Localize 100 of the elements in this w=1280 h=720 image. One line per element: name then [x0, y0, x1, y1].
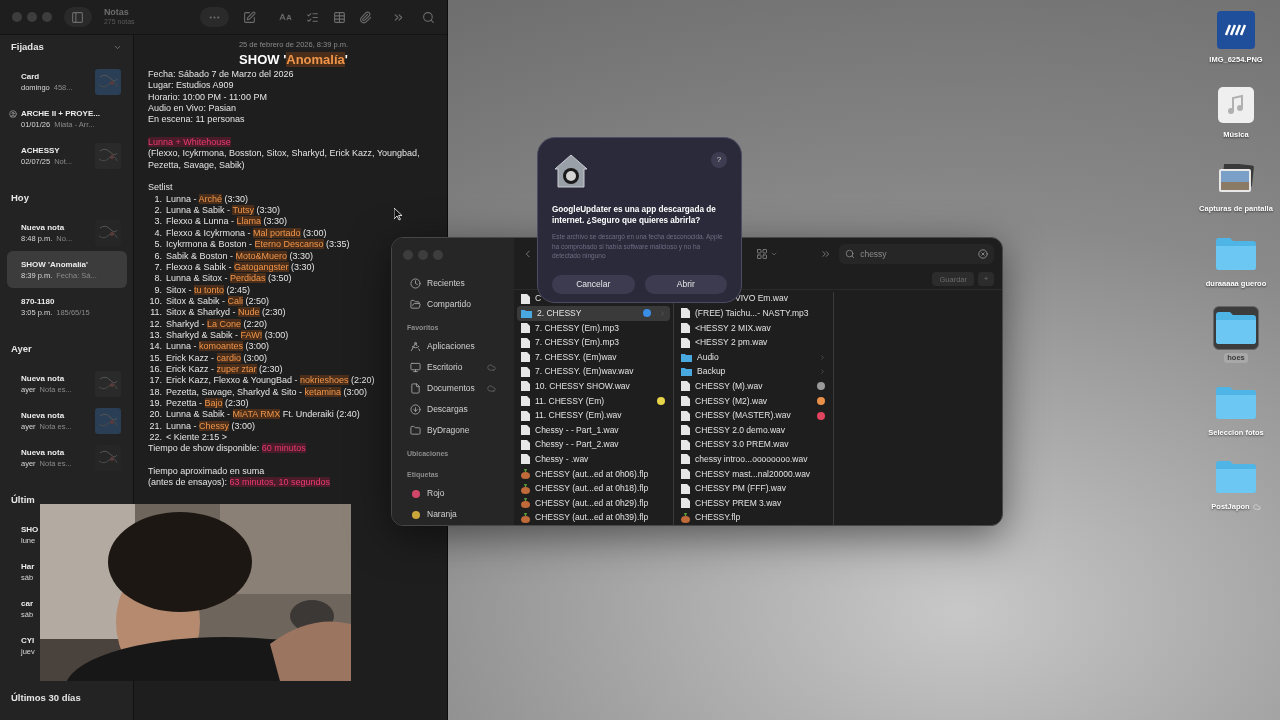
note-line: Audio en Vivo: Pasian	[148, 103, 236, 115]
file-row[interactable]: <HESSY 2 pm.wav	[677, 335, 830, 350]
file-row[interactable]: 7. CHESSY (Em).mp3	[517, 335, 670, 350]
document-icon	[681, 323, 690, 333]
note-line: Setlist	[148, 182, 173, 194]
sidebar-item[interactable]: Aplicaciones	[392, 336, 514, 357]
folder-icon	[521, 308, 532, 318]
file-row[interactable]: CHESSY (M).wav	[677, 379, 830, 394]
paperclip-icon[interactable]	[359, 10, 373, 24]
file-row[interactable]: CHESSY 3.0 PREM.wav	[677, 437, 830, 453]
compose-icon[interactable]	[243, 10, 257, 24]
setlist-line: 7. Flexxo & Sabik - Gatogangster (3:30)	[153, 261, 315, 274]
note-title: Nueva nota	[21, 372, 66, 384]
search-value: chessy	[860, 247, 887, 261]
file-row[interactable]: CHESSY PREM 3.wav	[677, 495, 830, 511]
setlist-line: 14. Lunna - komoantes (3:00)	[148, 341, 270, 353]
document-icon	[681, 454, 690, 465]
grid-view-icon[interactable]	[755, 248, 768, 260]
project-file-icon	[521, 483, 530, 494]
sidebar-item[interactable]: ByDragone	[392, 420, 514, 441]
file-row[interactable]: 7. CHESSY (Em).mp3	[517, 320, 670, 336]
compass-icon	[410, 341, 421, 352]
file-row[interactable]: Audio	[677, 349, 830, 365]
more-button[interactable]	[199, 7, 230, 27]
clear-icon[interactable]	[978, 249, 988, 259]
file-row[interactable]: 7. CHESSY. (Em)wav	[517, 349, 670, 365]
note-line: (Flexxo, Icykrmona, Bosston, Sitox, Sharkyd, Erick Kazz, Youngbad, Pezetta, Savage, Sabik)	[148, 148, 421, 172]
chevrons-icon[interactable]	[819, 248, 832, 260]
sidebar-item[interactable]: Escritorio	[392, 357, 514, 378]
sidebar-toggle-button[interactable]	[64, 7, 92, 27]
file-row[interactable]: CHESSY (M2).wav	[677, 393, 830, 409]
file-row[interactable]: chessy introo...oooooooo.wav	[677, 452, 830, 467]
file-row[interactable]: CHESSY.flp	[677, 510, 830, 525]
search-field[interactable]: chessy	[839, 244, 994, 264]
file-row[interactable]: <HESSY 2 MIX.wav	[677, 320, 830, 336]
search-icon[interactable]	[422, 10, 435, 24]
music-file-icon	[1218, 86, 1254, 123]
document-icon	[521, 366, 530, 377]
setlist-line: 12. Sharkyd - La Cone (2:20)	[148, 318, 268, 330]
note-title: SHOW 'Anomalía'	[239, 51, 348, 69]
dialog-title: GoogleUpdater es una app descargada de internet. ¿Seguro que quieres abrirla?	[552, 204, 717, 226]
file-row[interactable]: CHESSY 2.0 demo.wav	[677, 422, 830, 438]
note-title: Nueva nota	[21, 446, 66, 458]
document-icon	[410, 383, 421, 394]
file-row[interactable]: CHESSY (MASTER).wav	[677, 408, 830, 423]
file-row[interactable]: (FREE) Taichu...- NASTY.mp3	[677, 306, 830, 321]
section-header: Últim	[11, 492, 35, 507]
file-row[interactable]: Backup	[677, 364, 830, 380]
note-title: Har	[21, 560, 35, 572]
help-button[interactable]: ?	[711, 152, 727, 168]
document-icon	[521, 381, 530, 392]
sidebar-item[interactable]: Documentos	[392, 378, 514, 399]
dialog-button[interactable]: Cancelar	[552, 275, 635, 294]
sidebar-item[interactable]: Descargas	[392, 399, 514, 420]
shared-folder-icon	[410, 299, 421, 310]
document-icon	[681, 308, 690, 319]
table-icon[interactable]	[333, 10, 347, 24]
document-icon	[521, 395, 530, 406]
document-icon	[521, 323, 530, 333]
document-icon	[681, 425, 690, 436]
sidebar-tag[interactable]: Rojo	[392, 483, 514, 504]
setlist-line: 16. Erick Kazz - zuper ztar (2:30)	[148, 363, 283, 376]
file-row[interactable]: CHESSY (aut...ed at 0h39).flp	[517, 510, 670, 525]
image-file-icon	[1217, 11, 1255, 49]
setlist-line: 4. Flexxo & Icykrmona - Mal portado (3:00)	[153, 227, 327, 240]
folder-icon	[1216, 237, 1256, 270]
sidebar-tag[interactable]: Naranja	[392, 504, 514, 525]
photo-stack-icon	[1217, 164, 1255, 194]
setlist-line: 18. Pezetta, Savage, Sharkyd & Sito - ketamina (3:00)	[148, 386, 368, 398]
file-row[interactable]: Chessy - - Part_1.wav	[517, 422, 670, 438]
file-row[interactable]: 7. CHESSY. (Em)wav.wav	[517, 364, 670, 380]
file-row[interactable]: C	[517, 291, 670, 307]
setlist-line: 13. Sharkyd & Sabik - FAW! (3:00)	[148, 329, 289, 342]
folder-icon	[1216, 386, 1256, 419]
sidebar-item[interactable]: Recientes	[392, 273, 514, 294]
setlist-line: 17. Erick Kazz, Flexxo & YoungBad - nokrieshoes (2:20)	[148, 375, 375, 387]
file-row[interactable]: CHESSY (aut...ed at 0h18).flp	[517, 481, 670, 496]
file-row[interactable]: 11. CHESSY (Em)	[517, 393, 670, 409]
note-line: En escena: 11 personas	[148, 114, 245, 126]
project-file-icon	[521, 512, 530, 523]
file-row[interactable]: 11. CHESSY (Em).wav	[517, 408, 670, 423]
checklist-icon[interactable]	[306, 10, 320, 24]
file-row[interactable]: 2. CHESSY	[517, 306, 670, 321]
file-row[interactable]: 10. CHESSY SHOW.wav	[517, 379, 670, 394]
document-icon	[681, 381, 690, 392]
dialog-button[interactable]: Abrir	[644, 275, 727, 294]
document-icon	[521, 454, 530, 465]
setlist-line: 9. Sitox - tu tonto (2:45)	[153, 284, 251, 296]
file-row[interactable]: CHESSY mast...nal20000.wav	[677, 466, 830, 482]
note-title: car	[21, 597, 34, 609]
file-row[interactable]: CHESSY (aut...ed at 0h06).flp	[517, 466, 670, 482]
file-row[interactable]: CHESSY (aut...ed at 0h29).flp	[517, 495, 670, 511]
file-row[interactable]: Chessy - .wav	[517, 452, 670, 467]
chevron-icon[interactable]	[769, 250, 778, 258]
project-file-icon	[521, 468, 530, 479]
file-row[interactable]: Chessy - - Part_2.wav	[517, 437, 670, 453]
note-line: Horario: 10:00 PM - 11:00 PM	[148, 91, 267, 104]
sidebar-item[interactable]: Compartido	[392, 294, 514, 315]
file-row[interactable]: CHESSY PM (FFF).wav	[677, 481, 830, 496]
desktop-icon[interactable]	[1213, 306, 1259, 350]
